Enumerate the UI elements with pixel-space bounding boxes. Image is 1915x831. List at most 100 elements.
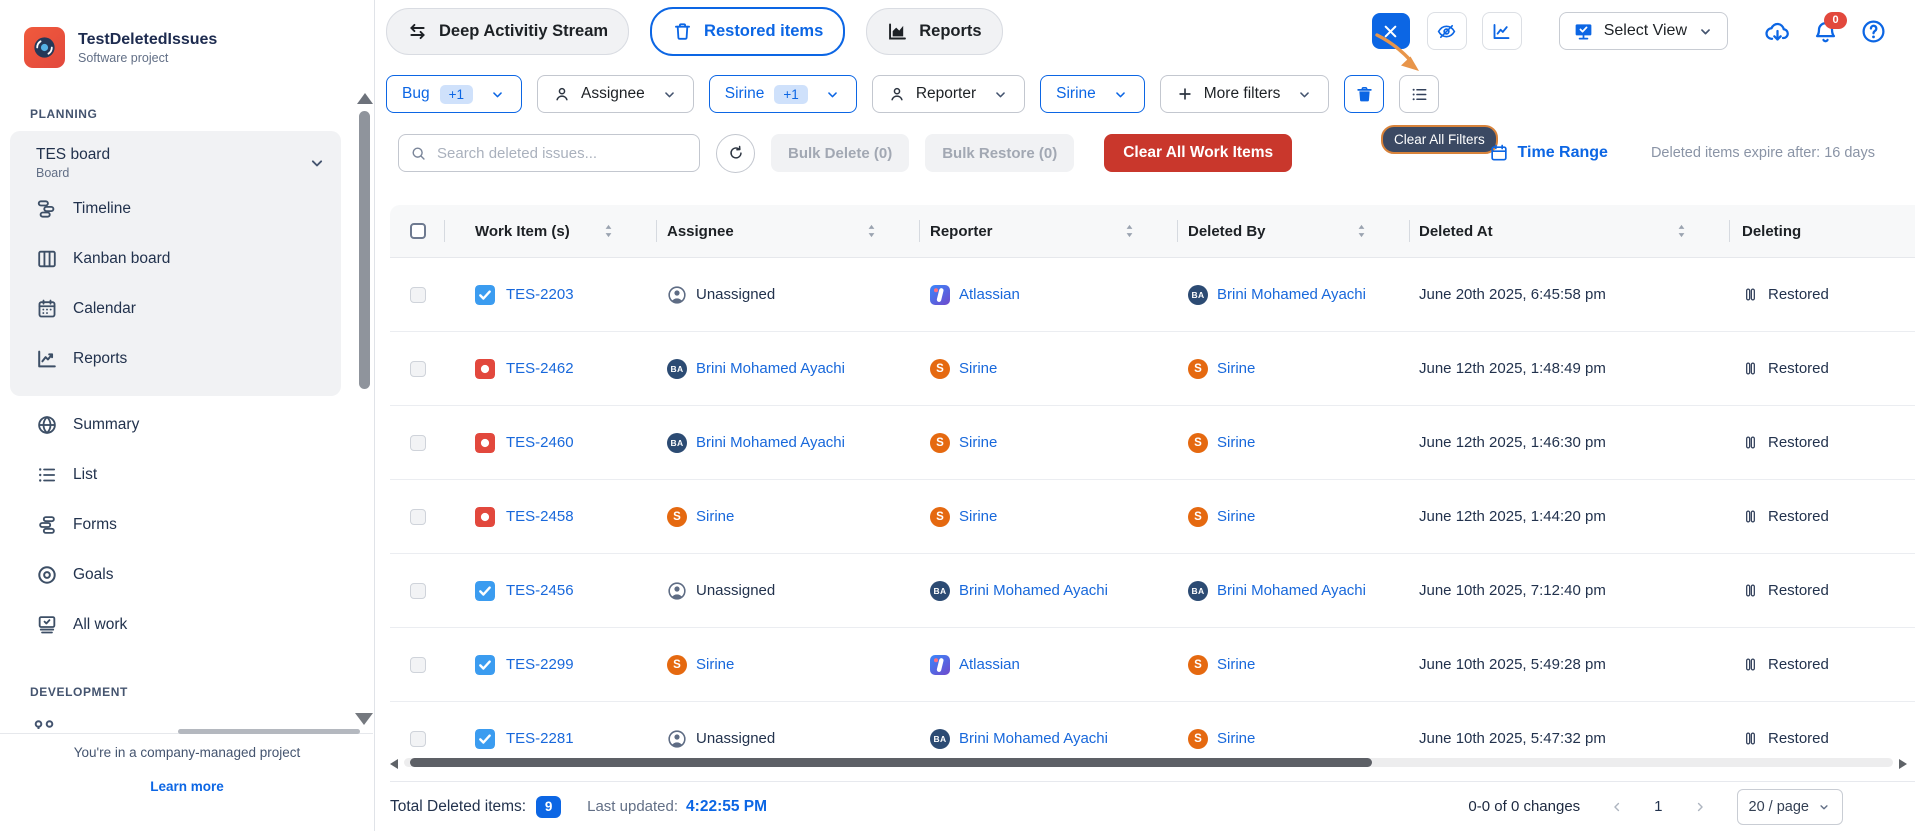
- column-header-deleting[interactable]: Deleting: [1730, 205, 1915, 257]
- user-avatar: S: [667, 655, 687, 675]
- filter-chip-bug[interactable]: Bug +1: [386, 75, 522, 113]
- close-button[interactable]: [1372, 13, 1410, 49]
- sort-icon[interactable]: [1356, 222, 1367, 240]
- sort-icon[interactable]: [866, 222, 877, 240]
- next-page-icon[interactable]: [1693, 800, 1707, 814]
- row-checkbox[interactable]: [410, 583, 426, 599]
- sidebar-scroll-up-arrow[interactable]: [357, 93, 373, 104]
- filter-chip-more-filters[interactable]: More filters: [1160, 75, 1330, 113]
- current-page[interactable]: 1: [1654, 798, 1662, 815]
- sidebar-hscrollbar-thumb[interactable]: [178, 729, 360, 734]
- user-name[interactable]: Brini Mohamed Ayachi: [696, 434, 845, 451]
- row-checkbox[interactable]: [410, 287, 426, 303]
- user-name[interactable]: Sirine: [1217, 508, 1255, 525]
- sort-icon[interactable]: [603, 222, 614, 240]
- user-name[interactable]: Brini Mohamed Ayachi: [1217, 286, 1366, 303]
- work-item-link[interactable]: TES-2456: [506, 582, 574, 599]
- filter-chip-sirine[interactable]: Sirine +1: [709, 75, 857, 113]
- sidebar-item-all-work[interactable]: All work: [10, 600, 341, 650]
- row-checkbox[interactable]: [410, 361, 426, 377]
- row-checkbox[interactable]: [410, 731, 426, 747]
- sort-icon[interactable]: [1676, 222, 1687, 240]
- sidebar-item-list[interactable]: List: [10, 450, 341, 500]
- user-name[interactable]: Sirine: [959, 508, 997, 525]
- filters-row: Bug +1 Assignee Sirine +1 Reporter Sirin…: [386, 75, 1439, 113]
- row-checkbox[interactable]: [410, 657, 426, 673]
- tab-restored-items[interactable]: Restored items: [650, 7, 845, 56]
- row-checkbox[interactable]: [410, 435, 426, 451]
- user-avatar: BA: [930, 729, 950, 749]
- sidebar-item-forms[interactable]: Forms: [10, 500, 341, 550]
- user-name[interactable]: Atlassian: [959, 656, 1020, 673]
- sidebar-item-goals[interactable]: Goals: [10, 550, 341, 600]
- scrollbar-track[interactable]: [404, 758, 1893, 767]
- column-header-work-item-s[interactable]: Work Item (s): [445, 205, 657, 257]
- clear-all-work-items-button[interactable]: Clear All Work Items: [1104, 134, 1292, 172]
- column-header-reporter[interactable]: Reporter: [920, 205, 1178, 257]
- user-name[interactable]: Brini Mohamed Ayachi: [1217, 582, 1366, 599]
- work-item-link[interactable]: TES-2458: [506, 508, 574, 525]
- user-name[interactable]: Sirine: [696, 508, 734, 525]
- refresh-button[interactable]: [716, 134, 755, 173]
- work-item-link[interactable]: TES-2460: [506, 434, 574, 451]
- page-size-select[interactable]: 20 / page: [1737, 789, 1843, 825]
- sort-icon[interactable]: [1124, 222, 1135, 240]
- help-button[interactable]: [1860, 18, 1887, 45]
- table-row: TES-2299 SSirine Atlassian SSirine June …: [390, 628, 1915, 702]
- filter-chip-sirine[interactable]: Sirine: [1040, 75, 1145, 113]
- time-range-button[interactable]: Time Range: [1489, 143, 1608, 163]
- notifications-button[interactable]: 0: [1812, 18, 1839, 45]
- work-item-link[interactable]: TES-2462: [506, 360, 574, 377]
- column-header-deleted-at[interactable]: Deleted At: [1410, 205, 1730, 257]
- chevron-down-icon[interactable]: [307, 153, 327, 173]
- scrollbar-thumb[interactable]: [410, 758, 1372, 767]
- hide-button[interactable]: [1427, 12, 1467, 50]
- user-name[interactable]: Atlassian: [959, 286, 1020, 303]
- user-avatar: S: [930, 359, 950, 379]
- user-name[interactable]: Brini Mohamed Ayachi: [696, 360, 845, 377]
- work-item-link[interactable]: TES-2299: [506, 656, 574, 673]
- sidebar-item-kanban-board[interactable]: Kanban board: [10, 234, 341, 284]
- work-item-link[interactable]: TES-2281: [506, 730, 574, 747]
- user-name[interactable]: Sirine: [959, 360, 997, 377]
- clear-filters-button[interactable]: [1344, 75, 1384, 113]
- tab-deep-activitiy-stream[interactable]: Deep Activitiy Stream: [386, 8, 629, 55]
- user-name[interactable]: Sirine: [696, 656, 734, 673]
- work-item-link[interactable]: TES-2203: [506, 286, 574, 303]
- deleted-by-cell: SSirine: [1178, 433, 1410, 453]
- reporter-cell: S Sirine: [920, 359, 1178, 379]
- sidebar-scroll-down-arrow[interactable]: [355, 713, 373, 725]
- column-header-deleted-by[interactable]: Deleted By: [1178, 205, 1410, 257]
- filter-chip-reporter[interactable]: Reporter: [872, 75, 1025, 113]
- filter-chip-assignee[interactable]: Assignee: [537, 75, 694, 113]
- sidebar-item-calendar[interactable]: Calendar: [10, 284, 341, 334]
- sidebar-item-summary[interactable]: Summary: [10, 400, 341, 450]
- analytics-button[interactable]: [1482, 12, 1522, 50]
- user-name[interactable]: Sirine: [959, 434, 997, 451]
- user-name[interactable]: Sirine: [1217, 360, 1255, 377]
- board-switcher[interactable]: TES board Board: [10, 131, 341, 184]
- scroll-right-arrow[interactable]: [1899, 759, 1907, 769]
- user-name[interactable]: Brini Mohamed Ayachi: [959, 582, 1108, 599]
- export-button[interactable]: [1764, 18, 1791, 45]
- previous-page-icon[interactable]: [1610, 800, 1624, 814]
- sidebar-item-label: All work: [73, 616, 127, 634]
- sidebar-item-timeline[interactable]: Timeline: [10, 184, 341, 234]
- scroll-left-arrow[interactable]: [390, 759, 398, 769]
- select-all-checkbox[interactable]: [410, 223, 426, 239]
- user-name[interactable]: Sirine: [1217, 656, 1255, 673]
- search-input[interactable]: [435, 144, 688, 163]
- learn-more-link[interactable]: Learn more: [0, 779, 374, 794]
- sidebar-scrollbar-thumb[interactable]: [359, 111, 370, 389]
- bulk-restore-button[interactable]: Bulk Restore (0): [925, 134, 1074, 172]
- user-name[interactable]: Sirine: [1217, 434, 1255, 451]
- user-name[interactable]: Brini Mohamed Ayachi: [959, 730, 1108, 747]
- sidebar-item-reports[interactable]: Reports: [10, 334, 341, 384]
- row-checkbox[interactable]: [410, 509, 426, 525]
- bulk-delete-button[interactable]: Bulk Delete (0): [771, 134, 909, 172]
- tab-reports[interactable]: Reports: [866, 8, 1002, 55]
- select-view-dropdown[interactable]: Select View: [1559, 12, 1728, 50]
- list-view-button[interactable]: [1399, 75, 1439, 113]
- user-name[interactable]: Sirine: [1217, 730, 1255, 747]
- column-header-assignee[interactable]: Assignee: [657, 205, 920, 257]
